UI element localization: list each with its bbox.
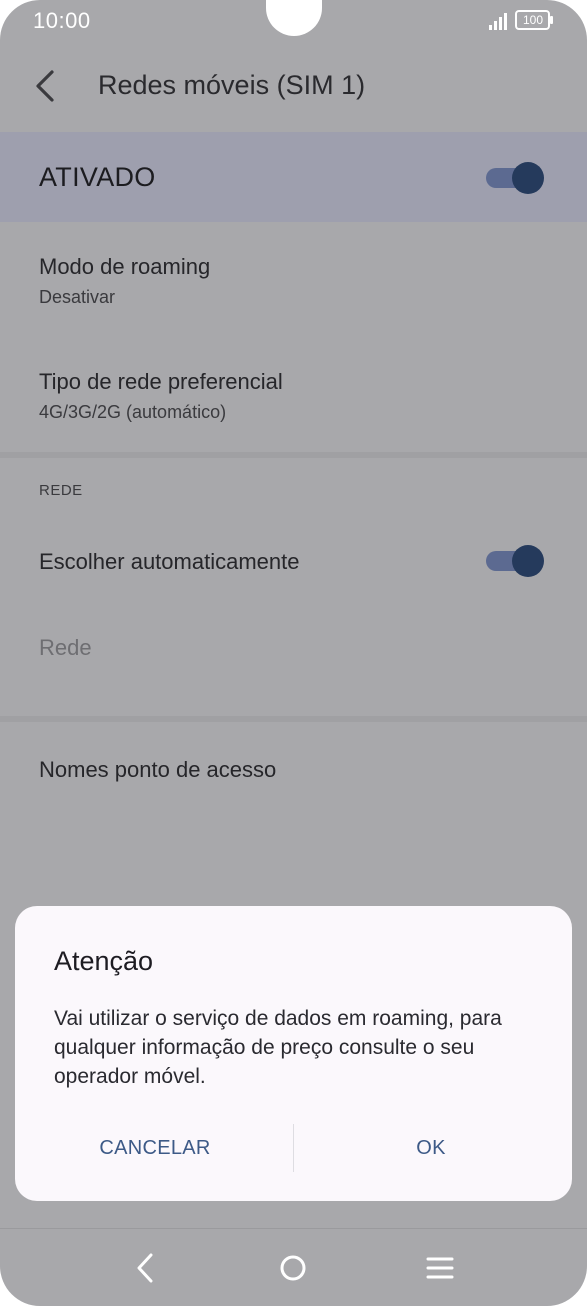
preferred-network-value: 4G/3G/2G (automático) xyxy=(39,402,227,422)
preferred-network-title: Tipo de rede preferencial xyxy=(39,369,283,394)
camera-notch xyxy=(266,0,322,36)
phone-screen: 10:00 100 Redes móveis (SIM 1) ATIVADO M… xyxy=(0,0,587,1306)
preferred-network-item[interactable]: Tipo de rede preferencial 4G/3G/2G (auto… xyxy=(0,337,587,452)
dialog-message: Vai utilizar o serviço de dados em roami… xyxy=(54,1007,502,1088)
back-arrow-icon[interactable] xyxy=(30,66,62,106)
status-bar: 10:00 100 xyxy=(0,0,587,44)
roaming-warning-dialog: Atenção Vai utilizar o serviço de dados … xyxy=(15,906,572,1201)
roaming-mode-title: Modo de roaming xyxy=(39,254,211,279)
app-bar: Redes móveis (SIM 1) xyxy=(0,44,587,132)
dialog-title: Atenção xyxy=(54,946,154,976)
signal-icon xyxy=(489,13,507,30)
battery-level: 100 xyxy=(522,13,544,27)
master-switch-row[interactable]: ATIVADO xyxy=(0,132,587,222)
master-switch-label: ATIVADO xyxy=(39,162,156,192)
section-divider xyxy=(0,452,587,458)
section-divider xyxy=(0,716,587,722)
toggle-thumb xyxy=(512,162,544,194)
network-item: Rede xyxy=(0,606,587,690)
roaming-mode-value: Desativar xyxy=(39,287,116,307)
auto-select-toggle[interactable] xyxy=(486,544,546,577)
battery-icon: 100 xyxy=(515,10,553,30)
button-separator xyxy=(293,1124,294,1172)
navigation-bar xyxy=(0,1228,587,1306)
network-title: Rede xyxy=(39,635,92,660)
network-section-header: REDE xyxy=(39,482,83,499)
roaming-mode-item[interactable]: Modo de roaming Desativar xyxy=(0,222,587,337)
toggle-thumb xyxy=(512,545,544,577)
nav-menu-icon[interactable] xyxy=(423,1251,457,1285)
master-toggle[interactable] xyxy=(486,161,546,194)
status-time: 10:00 xyxy=(33,8,91,33)
apn-item[interactable]: Nomes ponto de acesso xyxy=(0,724,587,814)
auto-select-item[interactable]: Escolher automaticamente xyxy=(0,520,587,604)
nav-back-icon[interactable] xyxy=(129,1251,163,1285)
cancel-button[interactable]: CANCELAR xyxy=(55,1128,255,1168)
apn-title: Nomes ponto de acesso xyxy=(39,757,277,782)
page-title: Redes móveis (SIM 1) xyxy=(98,70,366,100)
ok-button[interactable]: OK xyxy=(331,1128,531,1168)
auto-select-title: Escolher automaticamente xyxy=(39,549,300,574)
nav-home-icon[interactable] xyxy=(276,1251,310,1285)
